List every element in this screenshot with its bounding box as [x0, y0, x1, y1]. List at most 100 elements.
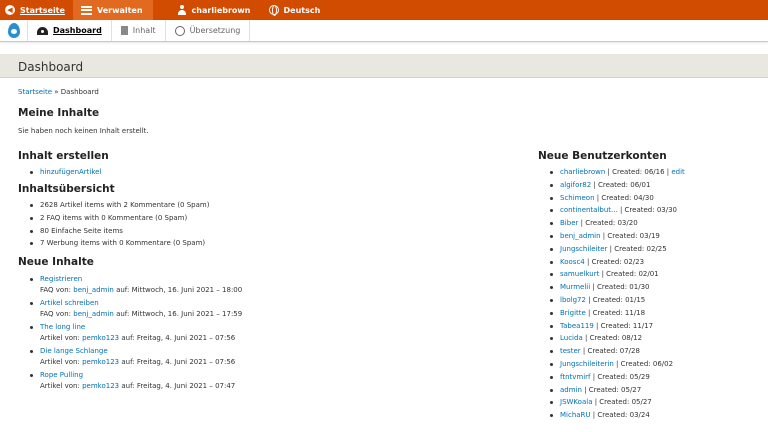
account-created: Created: 08/12 [589, 334, 643, 343]
list-item: continentalbut... | Created: 03/30 [538, 204, 685, 217]
account-created: Created: 01/15 [592, 295, 646, 304]
list-item: Jungschileiter | Created: 02/25 [538, 243, 685, 256]
new-accounts-list: charliebrown | Created: 06/16 | edit algi… [538, 166, 685, 422]
page-title: Dashboard [18, 60, 84, 74]
list-item: Jungschileiterin | Created: 06/02 [538, 358, 685, 371]
content-overview-heading: Inhaltsübersicht [18, 183, 115, 195]
author-link[interactable]: pemko123 [82, 382, 119, 390]
list-item: The long line Artikel von: pemko123 auf: … [18, 322, 242, 346]
list-item: Die lange Schlange Artikel von: pemko123 … [18, 346, 242, 370]
account-name-link[interactable]: Jungschileiter [560, 245, 607, 253]
list-item: lbolg72 | Created: 01/15 [538, 294, 685, 307]
account-name-link[interactable]: tester [560, 347, 581, 355]
separator: | [585, 308, 593, 317]
account-name-link[interactable]: Brigitte [560, 309, 586, 317]
separator: | [617, 206, 625, 215]
account-created: Created: 03/30 [624, 206, 677, 215]
list-item: 2 FAQ items with 0 Kommentare (0 Spam) [18, 212, 209, 225]
toolbar-manage-button[interactable]: Verwalten [72, 0, 153, 20]
account-name-link[interactable]: MichaRU [560, 411, 591, 419]
my-content-heading: Meine Inhalte [18, 107, 100, 119]
new-accounts-heading: Neue Benutzerkonten [538, 150, 667, 162]
account-name-link[interactable]: Murmelii [560, 283, 590, 291]
account-created: Created: 11/18 [592, 308, 646, 317]
account-name-link[interactable]: samuelkurt [560, 270, 599, 278]
author-link[interactable]: pemko123 [82, 358, 119, 366]
toolbar-user-label: charliebrown [191, 5, 251, 15]
account-name-link[interactable]: Jungschileiterin [560, 360, 614, 368]
account-name-link[interactable]: Koosc4 [560, 258, 585, 266]
account-name-link[interactable]: continentalbut... [560, 206, 618, 214]
account-created: Created: 04/30 [601, 193, 654, 202]
account-name-link[interactable]: lbolg72 [560, 296, 586, 304]
my-content-empty-text: Sie haben noch keinen Inhalt erstellt. [18, 127, 149, 135]
tab-dashboard[interactable]: Dashboard [28, 20, 112, 41]
edit-account-link[interactable]: edit [671, 168, 684, 176]
account-created: Created: 05/27 [588, 385, 642, 394]
content-title-link[interactable]: Die lange Schlange [40, 347, 108, 355]
content-title-link[interactable]: Registrieren [40, 275, 82, 283]
account-name-link[interactable]: admin [560, 386, 582, 394]
account-name-link[interactable]: JSWKoala [560, 398, 592, 406]
breadcrumb-current: Dashboard [60, 88, 99, 96]
content-date: auf: Mittwoch, 16. Juni 2021 – 17:59 [116, 310, 243, 318]
list-item: Rope Pulling Artikel von: pemko123 auf: F… [18, 370, 242, 394]
account-created: Created: 11/17 [600, 321, 654, 330]
tab-content[interactable]: Inhalt [112, 20, 166, 41]
add-article-link[interactable]: hinzufügenArtikel [40, 168, 101, 176]
account-name-link[interactable]: ftntvmirf [560, 373, 591, 381]
list-item: tester | Created: 07/28 [538, 345, 685, 358]
tab-translation[interactable]: Übersetzung [166, 20, 251, 41]
breadcrumb-home-link[interactable]: Startseite [18, 88, 52, 96]
separator: | [585, 295, 593, 304]
list-item: JSWKoala | Created: 05/27 [538, 396, 685, 409]
content-date: auf: Mittwoch, 16. Juni 2021 – 18:00 [116, 286, 243, 294]
author-link[interactable]: benj_admin [73, 286, 114, 294]
author-link[interactable]: benj_admin [73, 310, 114, 318]
account-name-link[interactable]: Tabea119 [560, 322, 594, 330]
content-title-link[interactable]: The long line [40, 323, 85, 331]
content-title-link[interactable]: Rope Pulling [40, 371, 83, 379]
account-created: Created: 02/23 [591, 257, 645, 266]
content-title-link[interactable]: Artikel schreiben [40, 299, 99, 307]
account-created: Created: 05/27 [599, 398, 652, 407]
list-item: benj_admin | Created: 03/19 [538, 230, 685, 243]
separator: | [584, 257, 592, 266]
new-content-list: Registrieren FAQ von: benj_admin auf: Mit… [18, 274, 242, 394]
account-name-link[interactable]: algifor82 [560, 181, 591, 189]
tab-translation-label: Übersetzung [189, 26, 241, 35]
globe-icon [174, 25, 185, 36]
menu-icon [80, 5, 92, 15]
toolbar-home-link[interactable]: ◀ Startseite [0, 0, 73, 20]
separator: | [591, 180, 598, 189]
toolbar-language-button[interactable]: Deutsch [263, 0, 329, 20]
toolbar-home-label: Startseite [20, 5, 65, 15]
list-item: Lucida | Created: 08/12 [538, 332, 685, 345]
content-type: Artikel von: [40, 334, 80, 342]
breadcrumb: Startseite » Dashboard [18, 88, 99, 96]
page-header: Dashboard [0, 54, 768, 78]
account-name-link[interactable]: benj_admin [560, 232, 601, 240]
toolbar-user-button[interactable]: charliebrown [171, 0, 259, 20]
list-item: 2628 Artikel items with 2 Kommentare (0 … [18, 199, 209, 212]
content-type: FAQ von: [40, 310, 72, 318]
account-name-link[interactable]: Biber [560, 219, 578, 227]
account-created: Created: 06/16 [612, 168, 665, 176]
list-item: Murmelii | Created: 01/30 [538, 281, 685, 294]
account-name-link[interactable]: Lucida [560, 334, 583, 342]
drupal-logo-icon[interactable] [0, 20, 28, 41]
list-item: Registrieren FAQ von: benj_admin auf: Mit… [18, 274, 242, 298]
file-icon [120, 26, 128, 35]
account-name-link[interactable]: charliebrown [560, 168, 605, 176]
content-type: Artikel von: [40, 382, 80, 390]
dashboard-icon [37, 26, 48, 35]
content-type: FAQ von: [40, 286, 72, 294]
author-link[interactable]: pemko123 [82, 334, 119, 342]
back-arrow-icon: ◀ [5, 5, 15, 15]
list-item: admin | Created: 05/27 [538, 384, 685, 397]
user-icon [177, 5, 187, 15]
toolbar-language-label: Deutsch [283, 5, 321, 15]
account-name-link[interactable]: Schimeon [560, 194, 595, 202]
separator: | [581, 385, 589, 394]
globe-icon [268, 5, 279, 16]
